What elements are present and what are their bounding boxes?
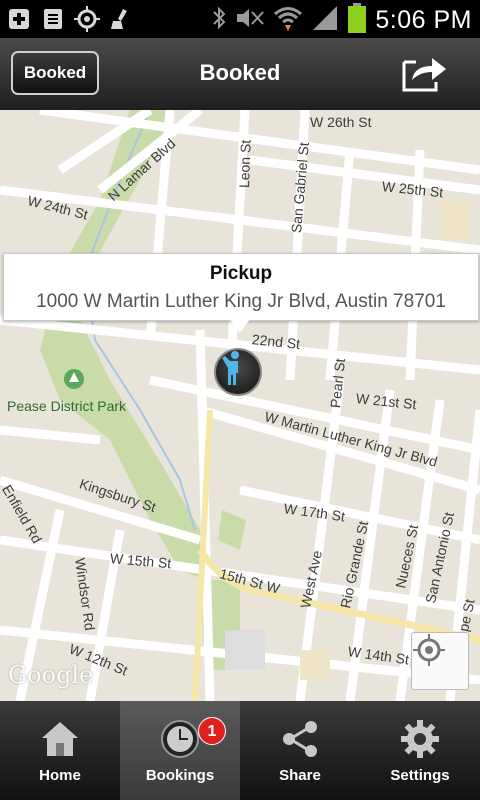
tab-bookings[interactable]: Bookings: [120, 701, 240, 800]
park-label: Pease District Park: [7, 398, 127, 414]
status-time: 5:06 PM: [375, 6, 472, 34]
signal-icon: [311, 4, 339, 37]
tab-label: Bookings: [145, 767, 215, 784]
bookings-count-badge: 1: [198, 717, 226, 745]
battery-icon: [347, 3, 367, 38]
google-attribution: Google: [8, 661, 94, 689]
home-icon: [42, 722, 78, 756]
callout-pointer: [230, 319, 250, 333]
clock-icon: [161, 720, 199, 758]
clean-icon: [108, 6, 134, 32]
tab-label: Share: [279, 767, 321, 784]
street-label: Leon St: [236, 139, 254, 189]
callout-title: Pickup: [209, 263, 273, 284]
map-view[interactable]: W 26th St N Lamar Blvd W 24th St Leon St…: [0, 110, 480, 701]
status-bar: 5:06 PM: [0, 0, 480, 38]
bluetooth-icon: [211, 5, 227, 36]
street-label: W 26th St: [310, 114, 372, 130]
share-export-icon: [402, 58, 446, 92]
tab-label: Settings: [390, 767, 450, 784]
wifi-icon: [273, 5, 303, 36]
tab-home[interactable]: Home: [0, 701, 120, 800]
my-location-icon: [413, 634, 445, 666]
booked-back-button[interactable]: Booked: [11, 51, 99, 95]
mute-icon: [235, 6, 265, 35]
tab-share[interactable]: Share: [240, 701, 360, 800]
share-icon: [283, 721, 317, 757]
tab-label: Home: [39, 767, 81, 784]
pickup-callout[interactable]: Pickup 1000 W Martin Luther King Jr Blvd…: [3, 253, 479, 321]
add-icon: [6, 6, 32, 32]
tab-bar: Home Bookings Share Settings: [0, 701, 480, 800]
gear-icon: [401, 720, 439, 758]
title-bar: Booked Booked: [0, 38, 480, 111]
tab-settings[interactable]: Settings: [360, 701, 480, 800]
share-export-button[interactable]: [400, 52, 448, 94]
gps-icon: [74, 6, 100, 32]
pickup-pin[interactable]: [214, 348, 262, 396]
my-location-button[interactable]: [411, 632, 469, 690]
clipboard-icon: [40, 6, 66, 32]
callout-address: 1000 W Martin Luther King Jr Blvd, Austi…: [36, 291, 446, 312]
person-hailing-icon: [222, 351, 239, 385]
